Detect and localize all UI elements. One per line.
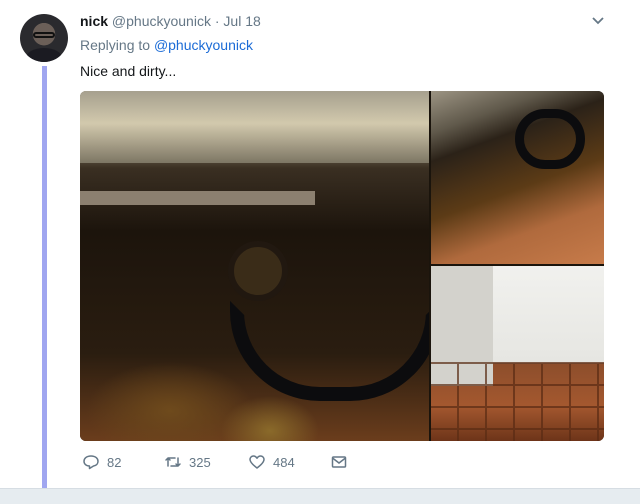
avatar-shirt [26, 48, 62, 62]
tweet-date[interactable]: Jul 18 [223, 13, 260, 29]
photo-1-shelf [80, 91, 429, 163]
chevron-down-icon[interactable] [590, 12, 606, 28]
heart-icon [249, 455, 265, 469]
user-name[interactable]: nick [80, 13, 108, 29]
direct-message-button[interactable] [330, 452, 348, 472]
photo-2[interactable] [431, 91, 604, 264]
photo-3-tiles [431, 362, 604, 441]
replying-to: Replying to @phuckyounick [80, 37, 253, 53]
separator-dot: · [214, 13, 220, 29]
like-count: 484 [273, 454, 295, 470]
retweet-button[interactable]: 325 [164, 452, 211, 472]
avatar[interactable] [20, 14, 68, 62]
reply-icon [83, 455, 99, 470]
photo-2-hose [515, 109, 585, 169]
replying-prefix: Replying to [80, 37, 151, 53]
user-handle[interactable]: @phuckyounick [112, 13, 211, 29]
like-button[interactable]: 484 [248, 452, 295, 472]
replying-handle-link[interactable]: @phuckyounick [154, 37, 253, 53]
reply-button[interactable]: 82 [82, 452, 121, 472]
retweet-count: 325 [189, 454, 211, 470]
thread-line [42, 66, 47, 488]
envelope-icon [331, 456, 347, 468]
reply-count: 82 [107, 454, 122, 470]
tweet-text: Nice and dirty... [80, 63, 177, 79]
bottom-divider [0, 488, 640, 504]
media-grid [80, 91, 604, 441]
retweet-icon [165, 457, 181, 467]
tweet-header: nick @phuckyounick · Jul 18 [80, 12, 261, 30]
photo-3[interactable] [431, 266, 604, 441]
photo-1[interactable] [80, 91, 429, 441]
photo-1-wheel [228, 241, 288, 301]
photo-1-rail [80, 191, 315, 205]
avatar-glasses [33, 32, 55, 38]
photo-1-hose [230, 301, 429, 401]
tweet[interactable]: nick @phuckyounick · Jul 18 Replying to … [0, 0, 640, 488]
